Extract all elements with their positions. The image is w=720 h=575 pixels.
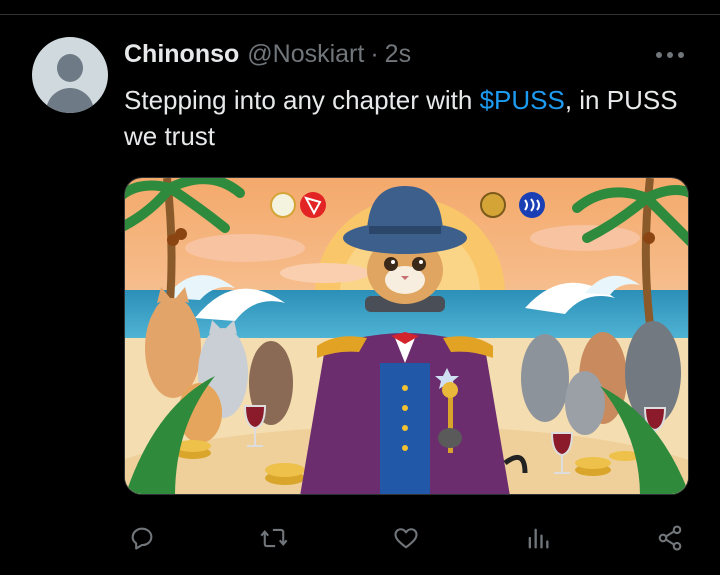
tweet-text: Stepping into any chapter with $PUSS, in…: [124, 82, 684, 154]
header-separator: ·: [370, 40, 379, 68]
more-dot: [678, 52, 684, 58]
avatar[interactable]: [32, 37, 108, 113]
tweet-actions: [122, 518, 692, 558]
share-nodes-icon: [658, 525, 682, 551]
speech-bubble-icon: [131, 527, 153, 550]
bar-chart-icon: [528, 528, 549, 549]
tweet-media-image[interactable]: [124, 177, 689, 495]
pirate-cat-illustration: [125, 178, 688, 494]
coin-face-icon: [270, 192, 296, 218]
more-dot: [667, 52, 673, 58]
retweet-arrows-icon: [260, 528, 288, 548]
top-divider: [0, 14, 720, 15]
share-button[interactable]: [650, 518, 690, 558]
author-name[interactable]: Chinonso: [124, 40, 239, 69]
avatar-body-shape: [46, 88, 94, 113]
retweet-button[interactable]: [254, 518, 294, 558]
more-dot: [656, 52, 662, 58]
author-handle[interactable]: @Noskiart: [247, 40, 364, 69]
reply-button[interactable]: [122, 518, 162, 558]
tweet-timestamp[interactable]: 2s: [385, 40, 411, 69]
cashtag-link[interactable]: $PUSS: [480, 85, 565, 115]
steem-logo-icon: [519, 192, 545, 218]
like-button[interactable]: [386, 518, 426, 558]
views-button[interactable]: [518, 518, 558, 558]
coin-monkey-icon: [480, 192, 506, 218]
heart-icon: [394, 528, 418, 549]
more-options-icon[interactable]: [652, 44, 688, 66]
tweet-text-before: Stepping into any chapter with: [124, 85, 480, 115]
tron-logo-icon: [300, 192, 326, 218]
tweet-header: Chinonso @Noskiart · 2s: [124, 40, 411, 72]
avatar-head-shape: [57, 54, 83, 82]
